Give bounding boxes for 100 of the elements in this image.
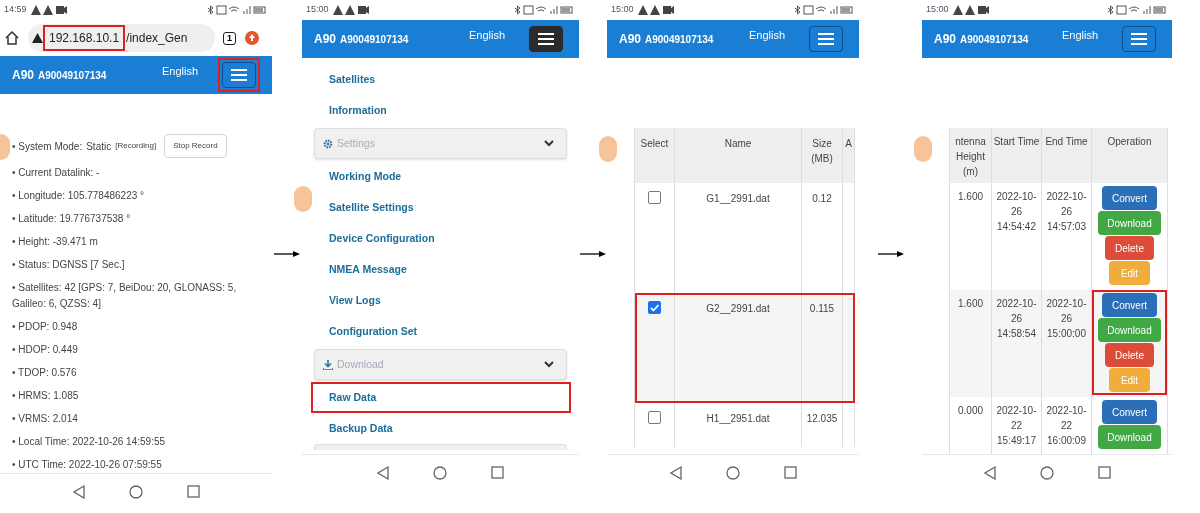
file-size-cell: 12.035 <box>801 403 843 447</box>
home-icon <box>4 30 20 46</box>
menu-link[interactable]: Raw Data <box>311 382 571 413</box>
notification-icons-drawing <box>30 5 67 15</box>
menu-icon <box>230 68 248 82</box>
status-line: • Satellites: 42 [GPS: 7, BeiDou: 20, GLONASS: 5, Galileo: 6, QZSS: 4] <box>12 281 238 311</box>
menu-link[interactable]: Working Mode <box>314 161 571 192</box>
status-icons-drawing <box>793 5 855 15</box>
menu-link[interactable]: View Logs <box>314 285 571 316</box>
nav-back-icon <box>983 465 996 480</box>
status-line: • VRMS: 2.014 <box>12 412 79 426</box>
language-link[interactable]: English <box>468 26 505 44</box>
convert-button[interactable]: Convert <box>1102 400 1157 424</box>
gear-icon <box>323 138 333 149</box>
checkbox[interactable] <box>648 301 661 314</box>
download-button[interactable]: Download <box>1098 318 1161 342</box>
download-button[interactable]: Download <box>1098 211 1161 235</box>
nav-recents-icon <box>783 466 797 479</box>
device-serial: A90049107134 <box>960 32 1029 47</box>
checkmark-icon <box>649 302 660 313</box>
stop-record-button[interactable]: Stop Record <box>164 134 227 158</box>
nav-back-icon <box>72 484 85 499</box>
nav-home-icon <box>1039 465 1054 480</box>
status-line: • UTC Time: 2022-10-26 07:59:55 <box>12 458 163 472</box>
recording-tag: [Recording] <box>115 140 157 152</box>
status-line: • HRMS: 1.085 <box>12 389 80 403</box>
menu-link[interactable]: Device Configuration <box>314 223 571 254</box>
status-line: • Current Datalink: - <box>12 166 101 180</box>
delete-button[interactable]: Delete <box>1105 343 1154 367</box>
mode-value: Static <box>86 139 112 154</box>
nav-home-icon <box>725 465 740 480</box>
nav-back-icon <box>669 465 682 480</box>
language-link[interactable]: English <box>748 26 785 44</box>
table-cell: 2022-10-22 16:00:09 <box>1041 397 1092 454</box>
device-model: A90 <box>619 31 641 48</box>
menu-link[interactable]: Satellite Settings <box>314 192 571 223</box>
nav-recents-icon <box>491 466 504 479</box>
tab-count[interactable]: 1 <box>223 31 236 45</box>
device-model: A90 <box>12 67 34 84</box>
notification-icons-drawing <box>637 5 674 15</box>
update-icon <box>244 30 260 46</box>
nav-back-icon <box>377 465 389 480</box>
table-cell: 2022-10-22 15:49:17 <box>991 397 1042 454</box>
status-icons-drawing <box>206 5 268 15</box>
menu-icon <box>817 32 835 46</box>
status-time: 15:00 <box>926 3 949 17</box>
touch-indicator <box>914 136 932 162</box>
status-line: • PDOP: 0.948 <box>12 320 79 334</box>
status-time: 15:00 <box>306 3 329 17</box>
nav-recents-icon <box>186 485 200 498</box>
menu-link[interactable]: Backup Data <box>314 413 571 444</box>
status-line: • Latitude: 19.776737538 ° <box>12 212 132 226</box>
device-serial: A90049107134 <box>38 68 107 83</box>
section-title: Settings <box>337 135 375 151</box>
arrow <box>274 250 300 258</box>
mode-label: • System Mode: <box>12 139 83 154</box>
status-line: • Local Time: 2022-10-26 14:59:55 <box>12 435 167 449</box>
status-line: • Status: DGNSS [7 Sec.] <box>12 258 126 272</box>
checkbox[interactable] <box>648 411 661 424</box>
delete-button[interactable]: Delete <box>1105 236 1154 260</box>
download-button[interactable]: Download <box>1098 425 1161 449</box>
menu-icon <box>537 32 555 46</box>
device-serial: A90049107134 <box>340 32 409 47</box>
url-path: /index_Gen <box>126 30 188 47</box>
status-icons-drawing <box>1106 5 1168 15</box>
arrow <box>877 250 904 258</box>
notification-icons-drawing <box>332 5 369 15</box>
device-model: A90 <box>314 31 336 48</box>
warning-icon <box>32 33 43 43</box>
download-icon <box>323 359 333 370</box>
nav-home-icon <box>433 465 447 480</box>
status-time: 14:59 <box>4 3 27 17</box>
touch-indicator <box>294 186 312 212</box>
arrow <box>580 250 606 258</box>
device-serial: A90049107134 <box>645 32 714 47</box>
status-time: 15:00 <box>611 3 634 17</box>
section-title: Download <box>337 356 384 372</box>
menu-button[interactable] <box>1122 26 1156 52</box>
menu-link[interactable]: Satellites <box>314 64 571 95</box>
convert-button[interactable]: Convert <box>1102 186 1157 210</box>
address-bar[interactable]: 192.168.10.1 /index_Gen <box>28 24 215 52</box>
nav-recents-icon <box>1097 466 1111 479</box>
touch-indicator <box>599 136 617 162</box>
menu-button[interactable] <box>809 26 843 52</box>
status-line: • HDOP: 0.449 <box>12 343 79 357</box>
menu-link[interactable]: NMEA Message <box>314 254 571 285</box>
menu-link[interactable]: Configuration Set <box>314 316 571 347</box>
menu-link[interactable]: Information <box>314 95 571 126</box>
convert-button[interactable]: Convert <box>1102 293 1157 317</box>
language-link[interactable]: English <box>1061 26 1098 44</box>
checkbox[interactable] <box>648 191 661 204</box>
notification-icons-drawing <box>952 5 989 15</box>
language-link[interactable]: English <box>161 62 198 80</box>
nav-home-icon <box>128 484 143 499</box>
file-name-cell: H1__2951.dat <box>674 403 802 447</box>
table-cell: 0.000 <box>949 397 992 454</box>
status-line: • Height: -39.471 m <box>12 235 99 249</box>
status-icons-drawing <box>513 5 575 15</box>
menu-icon <box>1130 32 1148 46</box>
menu-button[interactable] <box>529 26 563 52</box>
